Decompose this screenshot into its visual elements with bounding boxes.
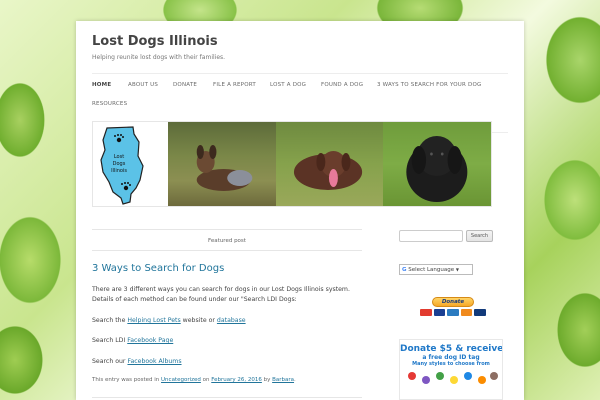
post-line1-mid: website or xyxy=(180,317,217,324)
bank-icon xyxy=(474,309,486,316)
post-line1-prefix: Search the xyxy=(92,317,128,324)
google-g-icon: G xyxy=(402,267,407,273)
search-button[interactable]: Search xyxy=(466,230,493,242)
page-container: Lost Dogs Illinois Helping reunite lost … xyxy=(76,21,524,400)
amex-icon xyxy=(447,309,459,316)
post-line-helping-lost-pets: Search the Helping Lost Pets website or … xyxy=(92,316,357,326)
site-tagline: Helping reunite lost dogs with their fam… xyxy=(92,54,226,61)
post-intro: There are 3 different ways you can searc… xyxy=(92,286,350,303)
site-title[interactable]: Lost Dogs Illinois xyxy=(92,34,218,49)
tag-blue-icon xyxy=(464,372,472,380)
nav-item-about-us[interactable]: ABOUT US xyxy=(128,82,158,88)
svg-text:Dogs: Dogs xyxy=(113,161,126,167)
dog-photo-2 xyxy=(275,122,384,206)
promo-line1: Donate $5 & receive xyxy=(400,344,503,354)
featured-post-label: Featured post xyxy=(92,229,362,251)
dog-photo-3 xyxy=(383,122,492,206)
post-meta-by: by xyxy=(261,377,273,383)
tag-orange-icon xyxy=(478,376,486,384)
post-meta-end: . xyxy=(294,377,296,383)
nav-item-lost-a-dog[interactable]: LOST A DOG xyxy=(270,82,306,88)
svg-text:Lost: Lost xyxy=(114,154,124,160)
post-title[interactable]: 3 Ways to Search for Dogs xyxy=(92,263,224,274)
facebook-albums-link[interactable]: Facebook Albums xyxy=(127,358,181,365)
language-select-label: Select Language xyxy=(408,267,455,273)
facebook-page-link[interactable]: Facebook Page xyxy=(127,337,173,344)
post-meta-prefix: This entry was posted in xyxy=(92,377,162,383)
post-line3-prefix: Search our xyxy=(92,358,128,365)
mastercard-icon xyxy=(420,309,432,316)
post-line-facebook-albums: Search our Facebook Albums xyxy=(92,357,357,367)
post-meta: This entry was posted in Uncategorized o… xyxy=(92,377,296,383)
database-link[interactable]: database xyxy=(217,317,246,324)
post-line-facebook-page: Search LDI Facebook Page xyxy=(92,336,357,346)
tag-red-icon xyxy=(408,372,416,380)
donate-button[interactable]: Donate xyxy=(432,297,474,307)
discover-icon xyxy=(460,309,473,316)
language-select[interactable]: G Select Language ▼ xyxy=(399,264,473,275)
nav-item-home[interactable]: HOME xyxy=(92,82,111,88)
promo-line3: Many styles to choose from xyxy=(412,361,490,367)
nav-item-file-a-report[interactable]: FILE A REPORT xyxy=(213,82,256,88)
search-input[interactable] xyxy=(399,230,463,242)
nav-item-resources[interactable]: RESOURCES xyxy=(92,101,127,107)
dog-photo-1 xyxy=(168,122,276,206)
visa-icon xyxy=(433,309,446,316)
post-date-link[interactable]: February 26, 2016 xyxy=(211,377,262,383)
id-tag-images xyxy=(400,370,502,392)
nav-item-donate[interactable]: DONATE xyxy=(173,82,197,88)
tag-green-icon xyxy=(436,372,444,380)
post-separator xyxy=(92,397,362,398)
post-meta-on: on xyxy=(200,377,212,383)
author-link[interactable]: Barbara xyxy=(272,377,294,383)
header-banner[interactable]: Lost Dogs Illinois xyxy=(92,121,492,207)
post-line2-prefix: Search LDI xyxy=(92,337,128,344)
payment-cards-icon xyxy=(420,309,486,316)
helping-lost-pets-link[interactable]: Helping Lost Pets xyxy=(127,317,180,324)
svg-text:Illinois: Illinois xyxy=(111,168,127,174)
nav-item-found-a-dog[interactable]: FOUND A DOG xyxy=(321,82,363,88)
dog-id-tag-promo[interactable]: Donate $5 & receive a free dog ID tag Ma… xyxy=(399,339,503,400)
tag-purple-icon xyxy=(422,376,430,384)
category-link[interactable]: Uncategorized xyxy=(161,377,201,383)
illinois-logo: Lost Dogs Illinois xyxy=(93,122,168,206)
tag-brown-icon xyxy=(490,372,498,380)
promo-line2: a free dog ID tag xyxy=(422,354,480,361)
tag-yellow-icon xyxy=(450,376,458,384)
chevron-down-icon: ▼ xyxy=(455,267,459,272)
nav-item-3-ways[interactable]: 3 WAYS TO SEARCH FOR YOUR DOG xyxy=(377,82,481,88)
